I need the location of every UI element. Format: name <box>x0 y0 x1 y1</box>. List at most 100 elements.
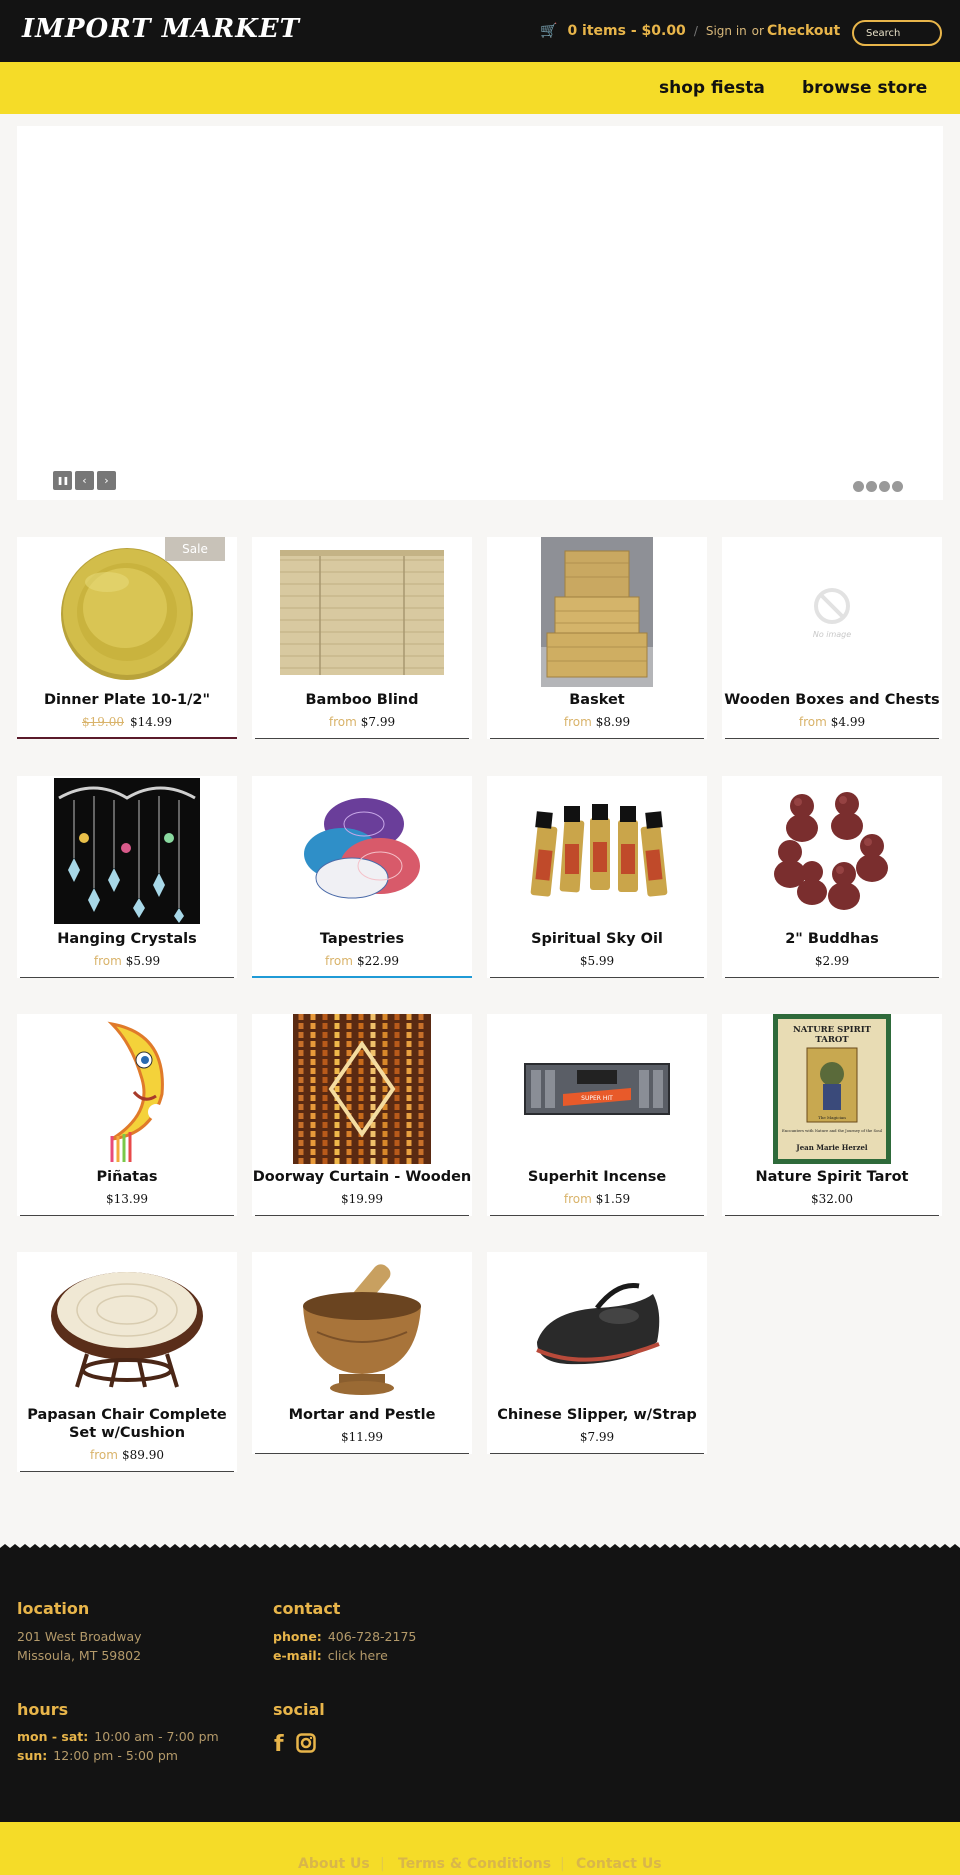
footer-contact-heading: contact <box>273 1599 341 1618</box>
slider-dot[interactable] <box>866 481 877 492</box>
product-image-tapestries[interactable] <box>252 776 472 926</box>
product-image-superhit-incense[interactable]: SUPER HIT <box>487 1014 707 1164</box>
product-title[interactable]: Wooden Boxes and Chests <box>722 691 942 709</box>
footer-location-heading: location <box>17 1599 90 1618</box>
product-card[interactable]: 2" Buddhas $2.99 <box>722 776 942 978</box>
contact-us-link[interactable]: Contact Us <box>576 1856 662 1872</box>
slider-dots <box>853 477 905 496</box>
product-image-tarot[interactable]: NATURE SPIRIT TAROT The Magician Encount… <box>722 1014 942 1164</box>
from-label: from <box>90 1448 118 1462</box>
product-title[interactable]: Superhit Incense <box>487 1168 707 1186</box>
card-underline <box>725 1215 939 1216</box>
tapestries-image <box>304 798 420 899</box>
product-price: $13.99 <box>17 1192 237 1206</box>
product-card[interactable]: Piñatas $13.99 <box>17 1014 237 1216</box>
product-image-chinese-slipper[interactable] <box>487 1252 707 1402</box>
product-card[interactable]: Hanging Crystals from $5.99 <box>17 776 237 978</box>
product-image-sky-oil[interactable] <box>487 776 707 926</box>
product-title[interactable]: 2" Buddhas <box>722 930 942 948</box>
product-title[interactable]: Chinese Slipper, w/Strap <box>487 1406 707 1424</box>
product-card[interactable]: Basket from $8.99 <box>487 537 707 739</box>
shopping-cart-icon[interactable]: 🛒 <box>540 23 557 39</box>
product-image-mortar-pestle[interactable] <box>252 1252 472 1402</box>
basket-image <box>541 537 653 687</box>
footer-hours-heading: hours <box>17 1700 69 1719</box>
slider-dot[interactable] <box>892 481 903 492</box>
cart-summary-link[interactable]: 0 items - $0.00 <box>567 23 685 39</box>
product-price-value: $11.99 <box>341 1430 383 1444</box>
slider-prev-icon[interactable]: ‹ <box>75 471 94 490</box>
nav-browse-store[interactable]: browse store <box>802 78 927 98</box>
slider-dot[interactable] <box>879 481 890 492</box>
product-card[interactable]: Doorway Curtain - Wooden $19.99 <box>252 1014 472 1216</box>
footer-social-heading: social <box>273 1700 325 1719</box>
product-card[interactable]: Tapestries from $22.99 <box>252 776 472 978</box>
bamboo-blind-image <box>280 549 444 675</box>
product-title[interactable]: Nature Spirit Tarot <box>722 1168 942 1186</box>
card-underline <box>255 1453 469 1454</box>
email-label: e-mail: <box>273 1648 322 1663</box>
card-underline <box>490 977 704 978</box>
slider-next-icon[interactable]: › <box>97 471 116 490</box>
product-image-pinatas[interactable] <box>17 1014 237 1164</box>
terms-link[interactable]: Terms & Conditions <box>398 1856 551 1872</box>
product-price-value: $13.99 <box>106 1192 148 1206</box>
product-card[interactable]: Sale Dinner Plate 10-1/2" $19.00 $14.99 <box>17 537 237 739</box>
product-image-papasan-chair[interactable] <box>17 1252 237 1402</box>
email-link[interactable]: click here <box>328 1648 388 1663</box>
top-bar: IMPORT MARKET 🛒 0 items - $0.00 / Sign in o… <box>0 0 960 62</box>
product-card[interactable]: No image Wooden Boxes and Chests from $4.… <box>722 537 942 739</box>
product-card[interactable]: Mortar and Pestle $11.99 <box>252 1252 472 1454</box>
product-image-doorway-curtain[interactable] <box>252 1014 472 1164</box>
footer-address: 201 West Broadway Missoula, MT 59802 <box>17 1627 142 1665</box>
tarot-cover-title-2: TAROT <box>815 1035 849 1045</box>
product-image-hanging-crystals[interactable] <box>17 776 237 926</box>
product-card[interactable]: NATURE SPIRIT TAROT The Magician Encount… <box>722 1014 942 1216</box>
card-underline <box>725 738 939 739</box>
bottom-separator: | <box>560 1856 565 1872</box>
main-nav: shop fiesta browse store <box>0 62 960 114</box>
slider-dot[interactable] <box>853 481 864 492</box>
search-input[interactable] <box>852 20 942 46</box>
tarot-card-name: The Magician <box>818 1115 846 1120</box>
phone-link[interactable]: 406-728-2175 <box>328 1629 417 1644</box>
product-price: $5.99 <box>487 954 707 968</box>
product-image-bamboo-blind[interactable] <box>252 537 472 687</box>
product-title[interactable]: Hanging Crystals <box>17 930 237 948</box>
product-card[interactable]: Papasan Chair Complete Set w/Cushion fro… <box>17 1252 237 1472</box>
instagram-icon[interactable] <box>296 1733 316 1759</box>
product-image-basket[interactable] <box>487 537 707 687</box>
checkout-link[interactable]: Checkout <box>767 23 840 39</box>
product-card[interactable]: Spiritual Sky Oil $5.99 <box>487 776 707 978</box>
product-image-placeholder[interactable]: No image <box>722 537 942 687</box>
product-image-buddhas[interactable] <box>722 776 942 926</box>
card-underline <box>17 737 237 739</box>
from-label: from <box>328 715 357 729</box>
product-title[interactable]: Piñatas <box>17 1168 237 1186</box>
product-price-value: $32.00 <box>811 1192 853 1206</box>
product-title[interactable]: Doorway Curtain - Wooden <box>252 1168 472 1186</box>
product-price-value: $1.59 <box>595 1192 631 1206</box>
site-logo[interactable]: IMPORT MARKET <box>22 14 300 44</box>
product-card[interactable]: Bamboo Blind from $7.99 <box>252 537 472 739</box>
buddhas-image <box>774 792 888 910</box>
product-card[interactable]: SUPER HIT Superhit Incense from $1.59 <box>487 1014 707 1216</box>
product-price-value: $2.99 <box>814 954 850 968</box>
product-card[interactable]: Chinese Slipper, w/Strap $7.99 <box>487 1252 707 1454</box>
sign-in-link[interactable]: Sign in <box>706 24 747 38</box>
product-price: from $1.59 <box>487 1192 707 1206</box>
product-title[interactable]: Spiritual Sky Oil <box>487 930 707 948</box>
no-image-placeholder: No image <box>812 586 852 639</box>
product-price-value: $5.99 <box>125 954 161 968</box>
product-title[interactable]: Mortar and Pestle <box>252 1406 472 1424</box>
product-title[interactable]: Tapestries <box>252 930 472 948</box>
about-us-link[interactable]: About Us <box>298 1856 370 1872</box>
facebook-icon[interactable]: f <box>274 1732 284 1757</box>
slider-pause-icon[interactable]: ❚❚ <box>53 471 72 490</box>
product-title[interactable]: Papasan Chair Complete Set w/Cushion <box>17 1406 237 1442</box>
nav-shop-fiesta[interactable]: shop fiesta <box>659 78 765 98</box>
product-title[interactable]: Dinner Plate 10-1/2" <box>17 691 237 709</box>
product-title[interactable]: Bamboo Blind <box>252 691 472 709</box>
instagram-glyph <box>296 1733 316 1753</box>
product-title[interactable]: Basket <box>487 691 707 709</box>
